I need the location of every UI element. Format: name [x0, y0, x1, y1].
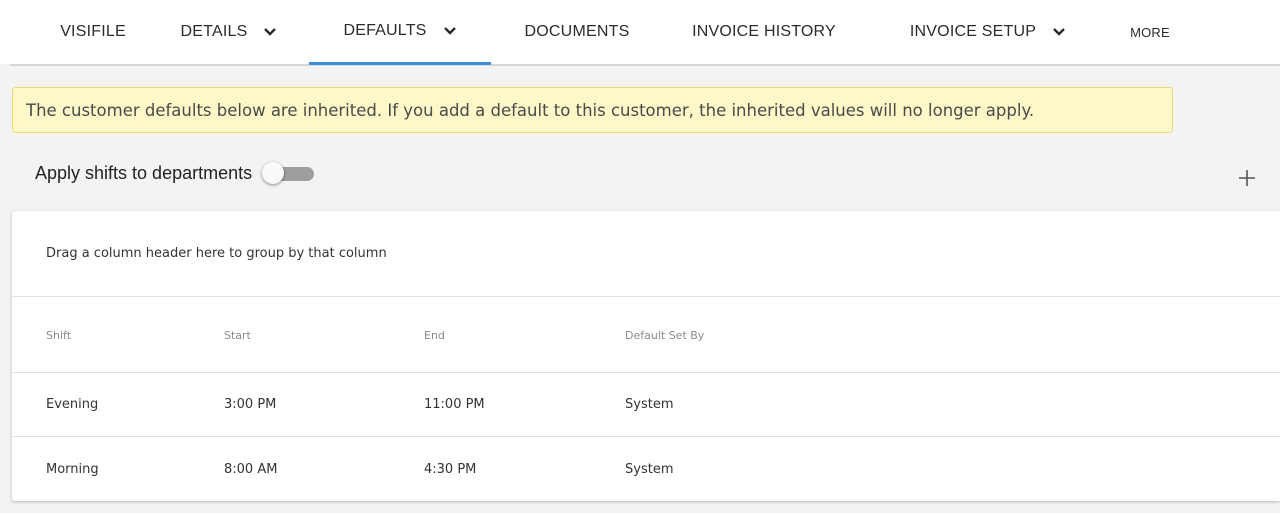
tab-strip: VISIFILE DETAILS DEFAULTS DOCUMENTS INVO…: [10, 0, 1280, 66]
chevron-down-icon[interactable]: [1052, 27, 1066, 37]
cell-default-set-by: System: [625, 397, 674, 412]
cell-shift: Morning: [46, 461, 99, 477]
notice-text: The customer defaults below are inherite…: [26, 100, 1035, 120]
chevron-down-icon[interactable]: [443, 26, 457, 36]
tab-invoice-setup[interactable]: INVOICE SETUP: [876, 0, 1100, 64]
group-by-panel[interactable]: Drag a column header here to group by th…: [12, 211, 1280, 297]
add-default-button[interactable]: [1236, 167, 1258, 189]
group-panel-text: Drag a column header here to group by th…: [46, 246, 387, 261]
table-row[interactable]: Morning 8:00 AM 4:30 PM System: [12, 437, 1280, 501]
tab-label: INVOICE SETUP: [909, 23, 1037, 40]
grid-header-row: Shift Start End Default Set By: [12, 298, 1280, 373]
column-header-default-set-by[interactable]: Default Set By: [625, 298, 704, 372]
tab-label: DEFAULTS: [343, 22, 427, 39]
apply-shifts-row: Apply shifts to departments: [35, 158, 315, 188]
top-nav-bar: VISIFILE DETAILS DEFAULTS DOCUMENTS INVO…: [0, 0, 1280, 66]
chevron-down-icon[interactable]: [263, 27, 277, 37]
tab-label: INVOICE HISTORY: [692, 23, 836, 40]
cell-start: 8:00 AM: [224, 461, 278, 477]
tab-more[interactable]: MORE: [1110, 0, 1190, 64]
column-header-start[interactable]: Start: [224, 298, 251, 372]
plus-icon: [1239, 170, 1255, 186]
cell-end: 4:30 PM: [424, 461, 477, 477]
inherited-defaults-notice: The customer defaults below are inherite…: [12, 87, 1173, 133]
tab-defaults[interactable]: DEFAULTS: [309, 0, 491, 65]
tab-label: MORE: [1130, 24, 1170, 40]
cell-start: 3:00 PM: [224, 397, 277, 412]
tab-documents[interactable]: DOCUMENTS: [502, 0, 652, 64]
tab-label: VISIFILE: [60, 23, 126, 40]
tab-invoice-history[interactable]: INVOICE HISTORY: [666, 0, 862, 64]
tab-visifile[interactable]: VISIFILE: [40, 0, 146, 64]
apply-shifts-label: Apply shifts to departments: [35, 162, 253, 183]
shifts-grid: Drag a column header here to group by th…: [12, 211, 1280, 501]
cell-shift: Evening: [46, 397, 99, 412]
apply-shifts-toggle[interactable]: [262, 162, 315, 184]
table-row[interactable]: Evening 3:00 PM 11:00 PM System: [12, 373, 1280, 437]
cell-default-set-by: System: [625, 461, 674, 477]
cell-end: 11:00 PM: [424, 397, 485, 412]
column-header-shift[interactable]: Shift: [46, 298, 71, 372]
tab-label: DOCUMENTS: [524, 23, 630, 40]
column-header-end[interactable]: End: [424, 298, 445, 372]
tab-details[interactable]: DETAILS: [158, 0, 300, 64]
tab-label: DETAILS: [180, 23, 248, 40]
toggle-knob: [262, 162, 285, 184]
